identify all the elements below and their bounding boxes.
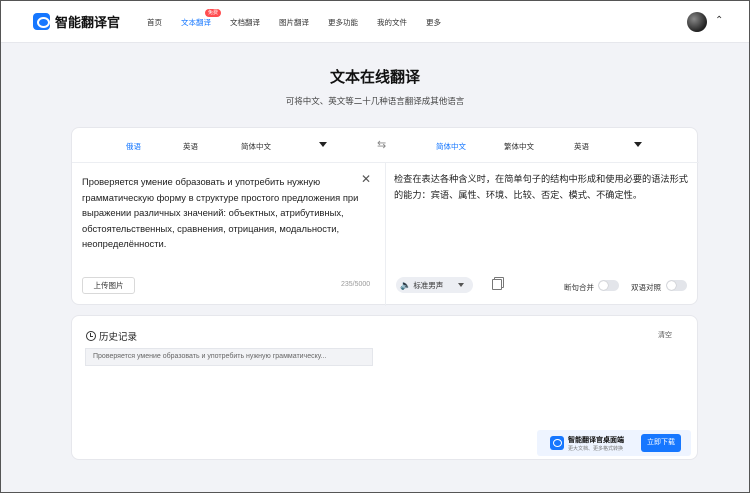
nav-more[interactable]: 更多 [426,17,441,28]
app-logo-icon [33,13,50,30]
history-clock-icon [86,331,96,341]
merge-sentences-toggle[interactable] [598,280,619,291]
nav-doc-translate[interactable]: 文档翻译 [230,17,260,28]
bilingual-compare-label: 双语对照 [631,283,661,292]
target-lang-dropdown-icon[interactable] [634,142,642,147]
source-lang-chinese[interactable]: 简体中文 [241,141,271,152]
source-text-input[interactable]: Проверяется умение образовать и употреби… [82,174,360,252]
panel-divider [385,163,386,306]
promo-title: 智能翻译官桌面端 [568,437,624,444]
translation-output: 检查在表达各种含义时，在简单句子的结构中形成和使用必要的语法形式的能力：宾语、属… [394,174,688,200]
clear-history-button[interactable]: 清空 [658,330,672,340]
top-navigation-bar: 智能翻译官 首页 文本翻译 免费 文档翻译 图片翻译 更多功能 我的文件 更多 ⌃ [1,1,749,43]
nav-text-translate-label: 文本翻译 [181,18,211,27]
history-panel: 历史记录 清空 Проверяется умение образовать и … [71,315,698,460]
voice-label: 标准男声 [413,281,444,290]
desktop-promo-banner: 智能翻译官桌面端 更大文档、更多格式转换 立即下载 [537,430,691,456]
app-logo-icon [550,436,564,450]
user-avatar[interactable] [687,12,707,32]
speaker-icon: 🔈 [400,280,412,290]
history-title: 历史记录 [99,332,138,343]
copy-icon[interactable] [492,277,504,290]
upload-image-button[interactable]: 上传图片 [82,277,135,294]
translation-panel: 俄语 英语 简体中文 ⇆ 简体中文 繁体中文 英语 Проверяется ум… [71,127,699,306]
bilingual-compare-toggle[interactable] [666,280,687,291]
nav-text-translate[interactable]: 文本翻译 免费 [181,9,222,28]
nav-my-files[interactable]: 我的文件 [377,17,407,28]
target-lang-english[interactable]: 英语 [574,141,589,152]
main-nav: 首页 文本翻译 免费 文档翻译 图片翻译 更多功能 我的文件 更多 [147,9,460,28]
voice-select[interactable]: 🔈 标准男声 [396,277,473,293]
language-bar: 俄语 英语 简体中文 ⇆ 简体中文 繁体中文 英语 [72,128,699,163]
app-name: 智能翻译官 [55,15,121,30]
nav-image-translate[interactable]: 图片翻译 [279,17,309,28]
swap-languages-icon[interactable]: ⇆ [377,138,386,151]
nav-more-features[interactable]: 更多功能 [328,17,358,28]
promo-subtitle: 更大文档、更多格式转换 [568,446,624,452]
source-lang-russian[interactable]: 俄语 [126,141,141,152]
target-lang-traditional[interactable]: 繁体中文 [504,141,534,152]
history-heading: 历史记录 [86,329,137,343]
merge-sentences-label: 断句合并 [564,283,594,292]
source-lang-english[interactable]: 英语 [183,141,198,152]
page-title: 文本在线翻译 [329,69,420,86]
char-count: 235/5000 [341,281,371,288]
chevron-up-icon[interactable]: ⌃ [715,15,723,26]
target-lang-chinese[interactable]: 简体中文 [436,141,466,152]
close-icon[interactable]: ✕ [361,172,371,186]
app-logo[interactable]: 智能翻译官 [33,12,120,31]
voice-dropdown-icon [458,283,464,287]
source-lang-dropdown-icon[interactable] [319,142,327,147]
page-subtitle: 可将中文、英文等二十几种语言翻译成其他语言 [285,96,465,106]
free-badge: 免费 [205,9,222,17]
nav-home[interactable]: 首页 [147,17,162,28]
download-now-button[interactable]: 立即下载 [641,434,681,452]
history-item[interactable]: Проверяется умение образовать и употреби… [85,348,373,366]
